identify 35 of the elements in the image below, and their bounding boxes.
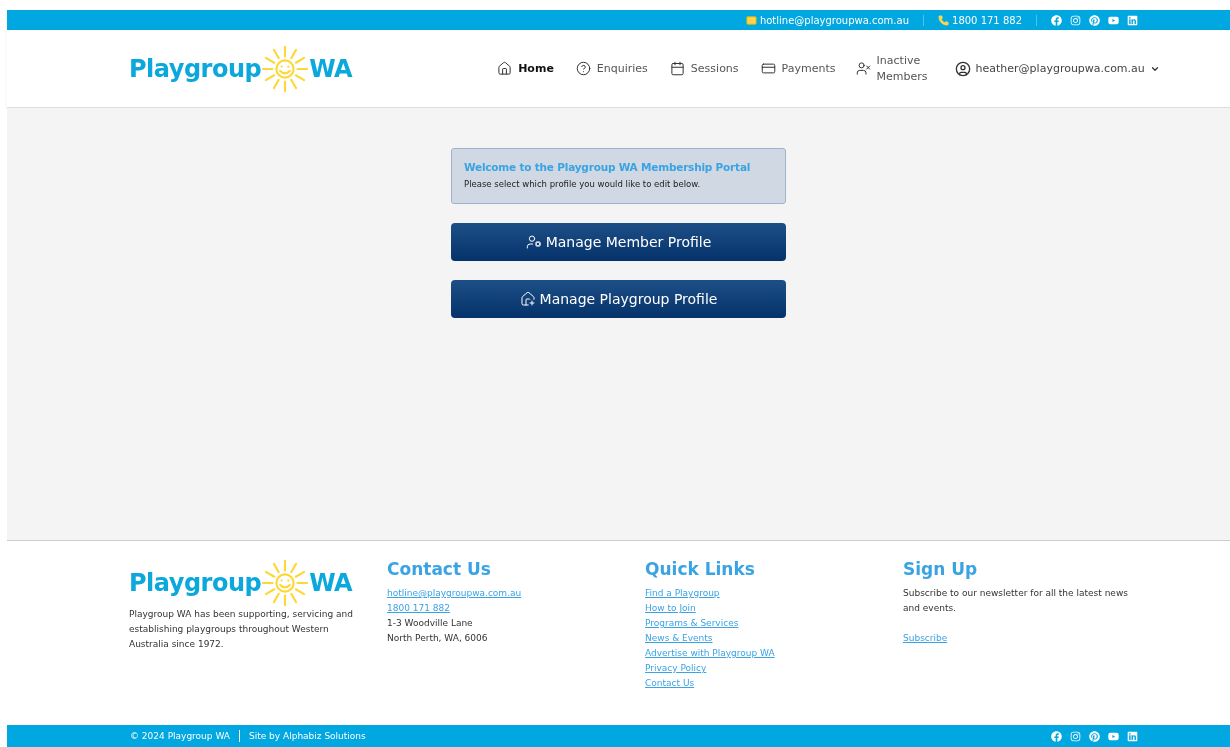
address-line: 1-3 Woodville Lane (387, 617, 474, 630)
footer-heading: Quick Links (645, 559, 756, 579)
quick-link[interactable]: Contact Us (645, 676, 695, 691)
logo-text: Playgroup (129, 569, 262, 597)
logo-text: Playgroup (129, 54, 262, 83)
contact-link[interactable]: hotline@playgroupwa.com.au (387, 586, 522, 601)
quick-link[interactable]: Find a Playgroup (645, 586, 720, 601)
user-menu[interactable]: heather@playgroupwa.com.au (954, 60, 1160, 77)
alert-title: Welcome to the Playgroup WA Membership Portal (464, 161, 752, 173)
nav-link[interactable]: Payments (760, 60, 834, 77)
phone-link[interactable]: 1800 171 882 (952, 14, 1022, 26)
credit-link[interactable]: Site by Alphabiz Solutions (248, 731, 366, 741)
nav-link[interactable]: Home (497, 60, 554, 77)
alert-text: Please select which profile you would like to edit below. (464, 179, 702, 189)
signup-text: Subscribe to our newsletter for all the latest news and events. (903, 587, 1129, 615)
quick-link[interactable]: Advertise with Playgroup WA (645, 646, 775, 661)
quick-link[interactable]: How to Join (645, 601, 696, 616)
quick-link[interactable]: Programs & Services (645, 616, 739, 631)
profile-button[interactable]: Manage Member Profile (451, 223, 786, 261)
about-text: Playgroup WA has been supporting, servicing and establishing playgroups throughout Western Australia since 1972. (129, 608, 354, 651)
subscribe-link[interactable]: Subscribe (903, 631, 948, 646)
contact-link[interactable]: 1800 171 882 (387, 601, 450, 616)
nav-link[interactable]: Sessions (669, 60, 739, 77)
footer-heading: Contact Us (387, 559, 492, 579)
quick-link[interactable]: Privacy Policy (645, 661, 707, 676)
email-link[interactable]: hotline@playgroupwa.com.au (759, 14, 909, 26)
profile-button[interactable]: Manage Playgroup Profile (451, 280, 786, 318)
quick-link[interactable]: News & Events (645, 631, 713, 646)
logo-text: WA (309, 569, 353, 597)
copyright-text: © 2024 Playgroup WA (130, 731, 230, 741)
footer-heading: Sign Up (903, 559, 979, 579)
logo-text: WA (309, 54, 353, 83)
address-line: North Perth, WA, 6006 (387, 632, 489, 645)
nav-link[interactable]: Enquiries (575, 60, 648, 77)
nav-link[interactable]: Inactive Members (855, 52, 929, 85)
